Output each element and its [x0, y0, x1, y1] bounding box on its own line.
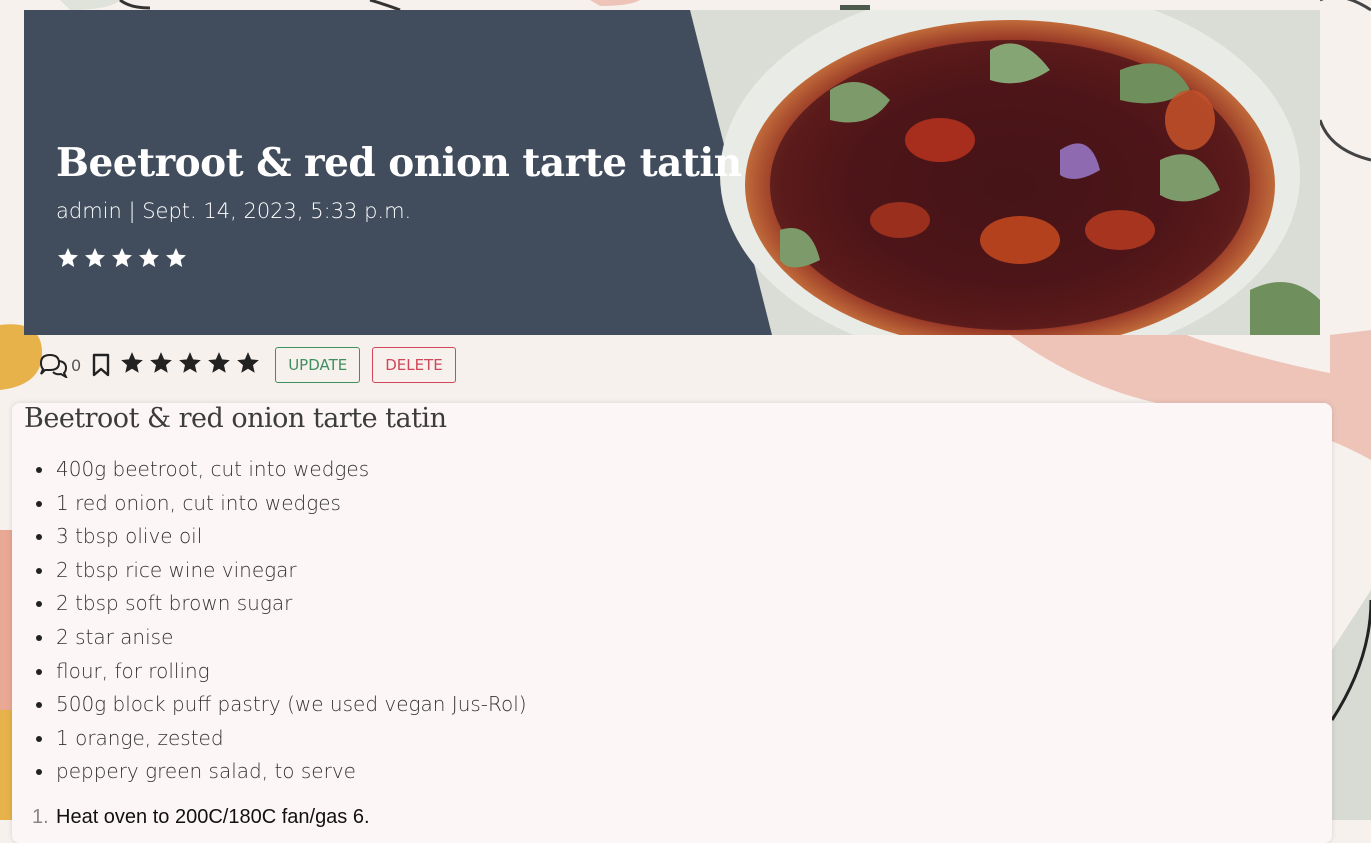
bookmark-icon[interactable] — [91, 352, 111, 378]
recipe-hero: Beetroot & red onion tarte tatin admin |… — [24, 10, 1320, 335]
star-icon[interactable] — [206, 350, 232, 380]
star-icon[interactable] — [177, 350, 203, 380]
ingredient-item: 1 orange, zested — [36, 722, 527, 756]
star-icon — [110, 246, 134, 274]
recipe-meta: admin | Sept. 14, 2023, 5:33 p.m. — [56, 199, 412, 223]
star-icon[interactable] — [235, 350, 261, 380]
method-list: 1. Heat oven to 200C/180C fan/gas 6. — [32, 806, 370, 829]
hero-rating — [56, 246, 188, 274]
card-title: Beetroot & red onion tarte tatin — [24, 403, 447, 434]
ingredient-item: 3 tbsp olive oil — [36, 520, 527, 554]
recipe-card: Beetroot & red onion tarte tatin 400g be… — [12, 403, 1332, 843]
user-rating[interactable] — [119, 350, 261, 380]
star-icon[interactable] — [119, 350, 145, 380]
ingredient-item: 500g block puff pastry (we used vegan Ju… — [36, 688, 527, 722]
star-icon — [137, 246, 161, 274]
ingredient-item: 2 star anise — [36, 621, 527, 655]
comment-count: 0 — [71, 355, 82, 375]
ingredient-item: 1 red onion, cut into wedges — [36, 487, 527, 521]
ingredients-list: 400g beetroot, cut into wedges 1 red oni… — [36, 453, 527, 789]
update-button[interactable]: UPDATE — [275, 347, 361, 383]
ingredient-item: 400g beetroot, cut into wedges — [36, 453, 527, 487]
star-icon — [83, 246, 107, 274]
recipe-actions: 0 UPDATE DELETE — [38, 346, 468, 384]
method-step-number: 1. — [32, 806, 49, 828]
ingredient-item: 2 tbsp rice wine vinegar — [36, 554, 527, 588]
recipe-title: Beetroot & red onion tarte tatin — [56, 140, 742, 186]
ingredient-item: peppery green salad, to serve — [36, 755, 527, 789]
recipe-image — [690, 10, 1320, 335]
delete-button[interactable]: DELETE — [372, 347, 456, 383]
method-step: 1. Heat oven to 200C/180C fan/gas 6. — [32, 806, 370, 829]
comments-icon[interactable] — [38, 352, 68, 378]
ingredient-item: 2 tbsp soft brown sugar — [36, 587, 527, 621]
star-icon — [56, 246, 80, 274]
star-icon — [164, 246, 188, 274]
ingredient-item: flour, for rolling — [36, 655, 527, 689]
method-step-text: Heat oven to 200C/180C fan/gas 6. — [56, 806, 370, 828]
star-icon[interactable] — [148, 350, 174, 380]
